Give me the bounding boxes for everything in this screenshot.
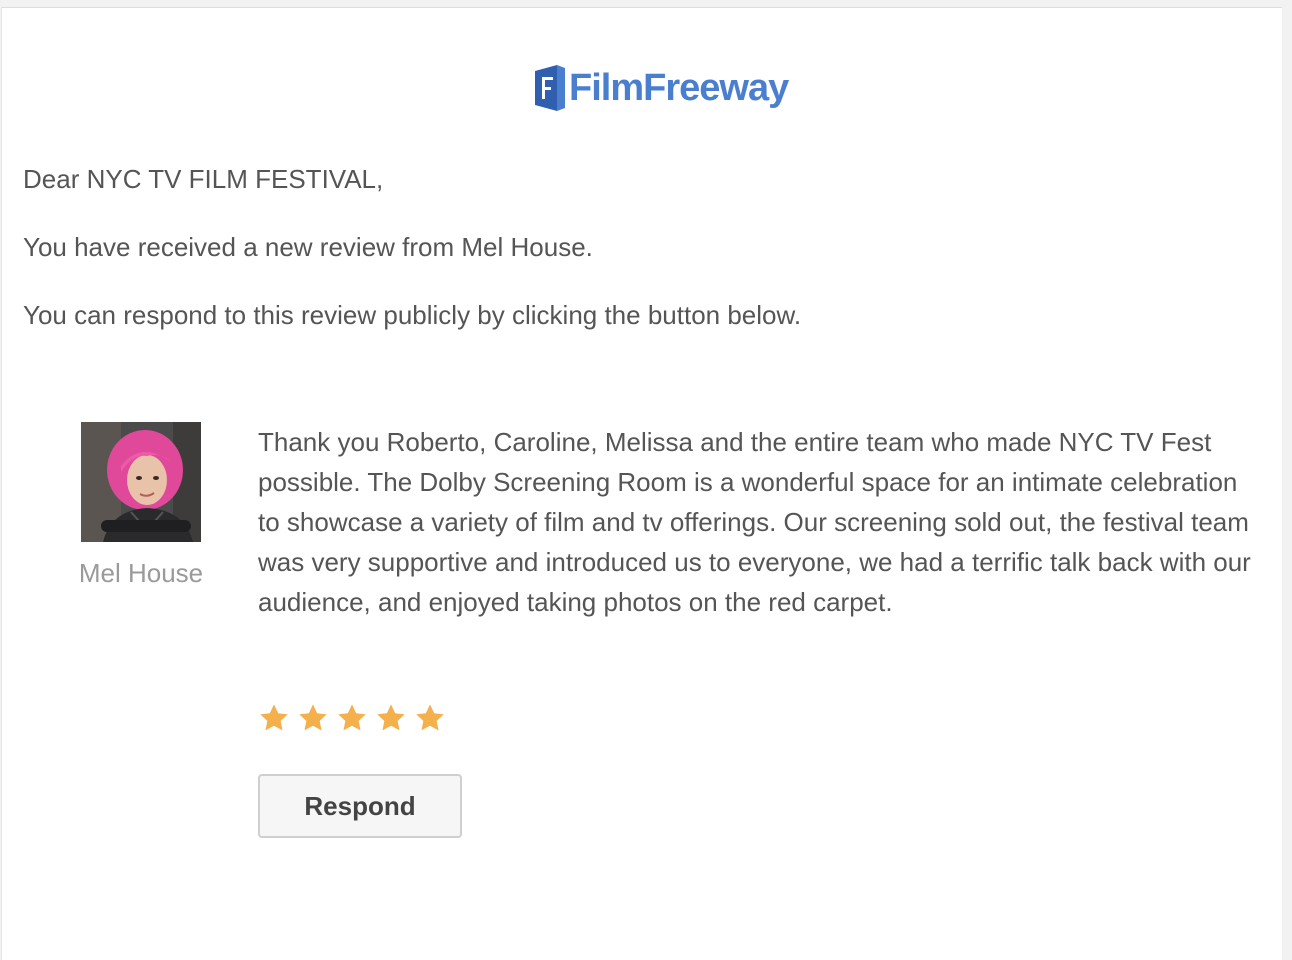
email-card: FilmFreeway Dear NYC TV FILM FESTIVAL, Y…	[1, 7, 1282, 960]
reviewer-photo	[81, 422, 201, 542]
greeting: Dear NYC TV FILM FESTIVAL,	[23, 164, 384, 194]
reviewer-avatar[interactable]	[81, 422, 201, 542]
instruction-line: You can respond to this review publicly …	[23, 300, 802, 330]
star-icon	[336, 702, 368, 734]
star-icon	[258, 702, 290, 734]
notification-line: You have received a new review from Mel …	[23, 232, 593, 262]
star-icon	[297, 702, 329, 734]
review-text: Thank you Roberto, Caroline, Melissa and…	[258, 427, 1251, 617]
reviewer-name: Mel House	[78, 558, 204, 588]
logo-text: FilmFreeway	[569, 67, 789, 109]
star-icon	[375, 702, 407, 734]
respond-button[interactable]: Respond	[258, 774, 462, 838]
star-rating	[258, 702, 446, 734]
filmfreeway-door-icon	[535, 65, 565, 111]
filmfreeway-logo[interactable]: FilmFreeway	[533, 58, 789, 118]
star-icon	[414, 702, 446, 734]
